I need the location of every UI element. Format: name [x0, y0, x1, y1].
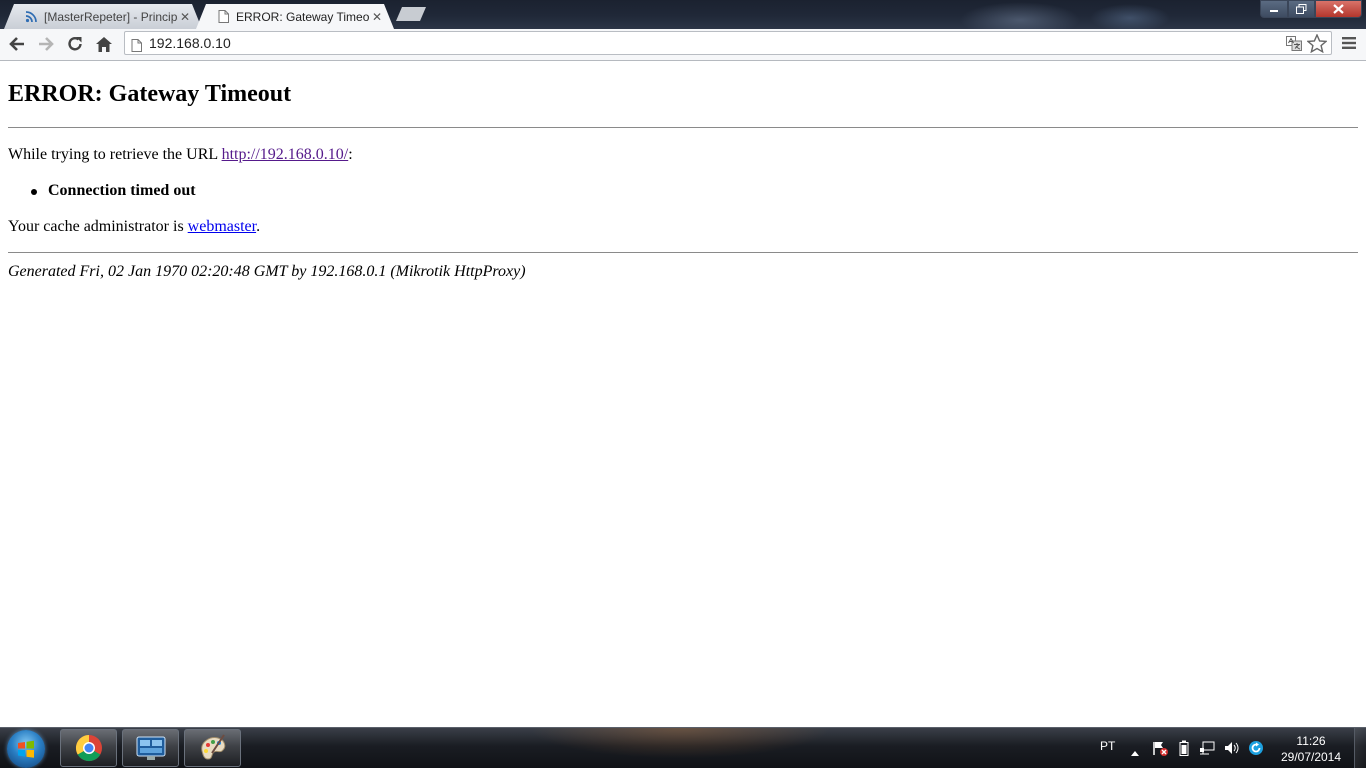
browser-tab-strip: [MasterRepeter] - Principa ✕ ERROR: Gate… [0, 0, 1366, 29]
clock-time: 11:26 [1296, 734, 1326, 748]
home-button[interactable] [93, 33, 115, 55]
translate-icon[interactable] [1286, 36, 1302, 55]
show-desktop-button[interactable] [1354, 728, 1366, 768]
tab-error-gateway-timeout[interactable]: ERROR: Gateway Timeout ✕ [196, 4, 394, 29]
reload-button[interactable] [64, 33, 86, 55]
menu-icon[interactable] [1341, 35, 1357, 54]
webmaster-link[interactable]: webmaster [188, 218, 256, 235]
language-indicator[interactable]: PT [1100, 739, 1115, 753]
remote-desktop-icon [136, 736, 165, 760]
browser-toolbar [0, 29, 1366, 61]
error-reason-item: Connection timed out [31, 182, 196, 199]
url-input[interactable] [149, 33, 1289, 53]
admin-message: Your cache administrator is webmaster. [8, 218, 260, 236]
taskbar-chrome[interactable] [60, 729, 117, 767]
retrieve-prefix: While trying to retrieve the URL [8, 146, 222, 163]
retrieve-message: While trying to retrieve the URL http://… [8, 146, 353, 164]
close-tab-icon[interactable]: ✕ [178, 10, 192, 24]
admin-prefix: Your cache administrator is [8, 218, 188, 235]
rss-feed-icon [24, 10, 38, 24]
volume-icon[interactable] [1224, 740, 1240, 760]
restore-button[interactable] [1288, 0, 1315, 18]
taskbar-paint[interactable] [184, 729, 241, 767]
tab-title: ERROR: Gateway Timeout [236, 9, 370, 24]
start-button[interactable] [7, 730, 45, 768]
back-arrow-icon [9, 37, 24, 51]
tab-title: [MasterRepeter] - Principa [44, 9, 178, 24]
home-icon [96, 36, 112, 52]
chrome-icon [75, 734, 102, 762]
clock-date: 29/07/2014 [1280, 750, 1342, 764]
admin-suffix: . [256, 218, 261, 235]
back-button[interactable] [6, 33, 28, 55]
action-center-flag-icon[interactable] [1152, 740, 1168, 760]
system-clock[interactable]: 11:26 29/07/2014 [1272, 733, 1350, 765]
reload-icon [68, 37, 82, 51]
battery-icon[interactable] [1179, 740, 1189, 760]
show-hidden-icons-icon[interactable] [1130, 742, 1140, 761]
windows-logo-icon [18, 740, 34, 758]
address-bar[interactable] [124, 31, 1332, 55]
sync-app-icon[interactable] [1248, 740, 1264, 760]
forward-button[interactable] [35, 33, 57, 55]
minimize-icon [1270, 10, 1278, 12]
new-tab-button[interactable] [396, 7, 426, 21]
paint-icon [200, 734, 225, 760]
minimize-button[interactable] [1260, 0, 1288, 18]
requested-url-link[interactable]: http://192.168.0.10/ [222, 146, 349, 163]
forward-arrow-icon [39, 37, 54, 51]
network-icon[interactable] [1199, 740, 1215, 760]
taskbar-remote-desktop[interactable] [122, 729, 179, 767]
divider [8, 252, 1358, 253]
retrieve-suffix: : [348, 146, 353, 163]
restore-icon [1296, 4, 1307, 14]
windows-taskbar: PT 11:26 29/07/2014 [0, 727, 1366, 768]
page-content: ERROR: Gateway Timeout While trying to r… [0, 61, 1366, 727]
page-title: ERROR: Gateway Timeout [8, 81, 292, 107]
generated-footer: Generated Fri, 02 Jan 1970 02:20:48 GMT … [8, 263, 526, 280]
close-window-button[interactable] [1315, 0, 1362, 18]
divider [8, 127, 1358, 128]
page-icon [216, 10, 230, 24]
tab-masterrepeter[interactable]: [MasterRepeter] - Principa ✕ [4, 4, 202, 29]
close-icon [1333, 4, 1344, 14]
page-icon [131, 37, 142, 56]
close-tab-icon[interactable]: ✕ [370, 10, 384, 24]
bookmark-star-icon[interactable] [1306, 33, 1328, 57]
